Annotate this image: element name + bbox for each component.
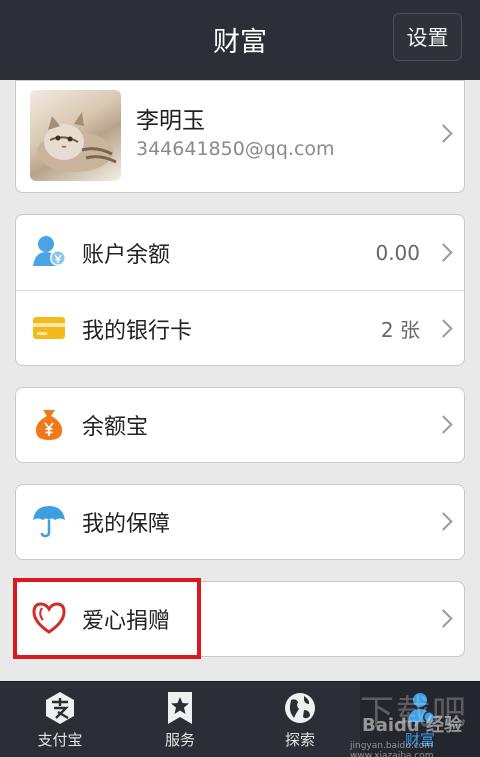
list-item-balance[interactable]: 账户余额 0.00 (16, 215, 464, 290)
chevron-right-icon (434, 319, 453, 338)
balance-value: 0.00 (375, 240, 420, 265)
alipay-icon (46, 692, 74, 724)
list-item-bank-cards[interactable]: 我的银行卡 2 张 (16, 291, 464, 366)
yuebao-card[interactable]: 余额宝 (15, 387, 465, 463)
avatar (30, 90, 121, 181)
bank-cards-label: 我的银行卡 (82, 318, 193, 344)
profile-name: 李明玉 (136, 108, 205, 134)
top-bar: 财富 设置 (0, 0, 480, 80)
tab-label: 探索 (284, 731, 315, 749)
chevron-right-icon (434, 243, 453, 262)
tab-label: 服务 (164, 731, 195, 749)
chevron-right-icon (434, 512, 453, 531)
wealth-icon (408, 693, 435, 723)
tab-services[interactable]: 服务 (120, 682, 240, 757)
tab-label: 支付宝 (37, 731, 83, 749)
tab-alipay[interactable]: 支付宝 (0, 682, 120, 757)
bank-card-icon (33, 317, 65, 339)
settings-button[interactable]: 设置 (393, 13, 462, 61)
chevron-right-icon (434, 415, 453, 434)
insurance-label: 我的保障 (82, 512, 171, 537)
user-balance-icon (33, 236, 66, 266)
yuebao-label: 余额宝 (82, 415, 149, 440)
list-item-insurance: 我的保障 (16, 485, 464, 559)
chevron-right-icon (434, 609, 453, 628)
star-bookmark-icon (168, 692, 192, 724)
tab-wealth[interactable]: 财富 (360, 682, 480, 757)
highlight-box (13, 578, 201, 659)
list-item-yuebao: 余额宝 (16, 388, 464, 462)
money-bag-icon (35, 410, 63, 440)
chevron-right-icon (434, 124, 453, 143)
tab-explore[interactable]: 探索 (240, 682, 360, 757)
bottom-tab-bar: 支付宝 服务 探索 财富 (0, 681, 480, 757)
insurance-card[interactable]: 我的保障 (15, 484, 465, 560)
balance-label: 账户余额 (82, 242, 171, 268)
profile-email: 344641850@qq.com (136, 138, 335, 160)
globe-icon (285, 693, 315, 723)
tab-label: 财富 (404, 731, 435, 749)
umbrella-icon (33, 506, 65, 538)
profile-card[interactable]: 李明玉 344641850@qq.com (15, 80, 465, 193)
bank-cards-value: 2 张 (380, 318, 420, 342)
accounts-card: 账户余额 0.00 我的银行卡 2 张 (15, 214, 465, 366)
